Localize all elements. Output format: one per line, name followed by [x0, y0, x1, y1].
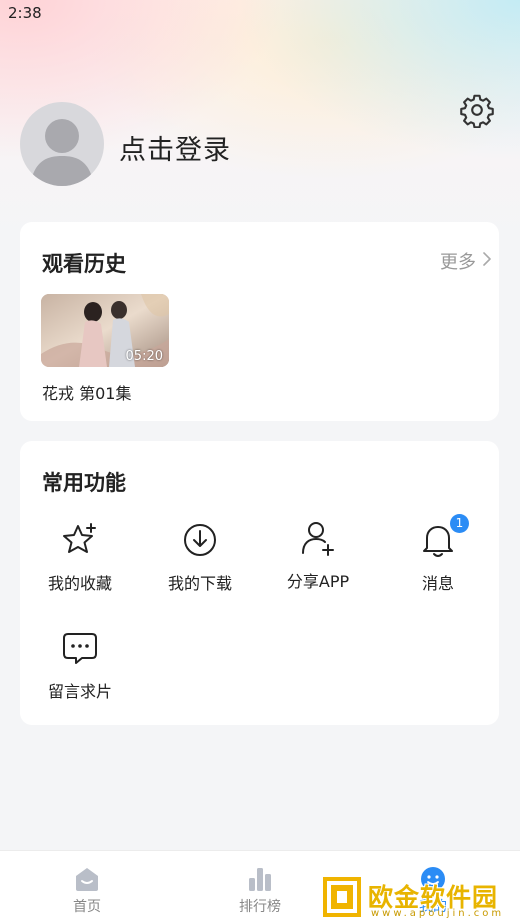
message-icon: [63, 633, 97, 664]
watermark-url: www.apoujin.com: [371, 908, 505, 919]
watermark: 欧金软件园 www.apoujin.com: [318, 872, 518, 922]
favorites-label: 我的收藏: [47, 574, 112, 593]
share-app-button[interactable]: 分享APP: [258, 518, 378, 592]
watermark-logo-icon: [321, 875, 363, 919]
chevron-right-icon[interactable]: [478, 250, 496, 268]
more-link[interactable]: 更多: [440, 248, 476, 274]
video-duration: 05:20: [125, 349, 163, 364]
notification-badge: 1: [450, 514, 469, 533]
user-add-icon: [302, 522, 334, 556]
nav-ranking[interactable]: 排行榜: [210, 851, 310, 924]
gear-icon: [460, 94, 494, 129]
watch-history-title: 观看历史: [42, 252, 126, 276]
request-movie-label: 留言求片: [47, 682, 112, 701]
downloads-label: 我的下载: [167, 574, 232, 593]
avatar[interactable]: [20, 102, 104, 186]
request-movie-button[interactable]: 留言求片: [20, 628, 140, 702]
home-icon: [76, 868, 98, 891]
common-functions-title: 常用功能: [42, 471, 126, 495]
nav-home[interactable]: 首页: [37, 851, 137, 924]
ranking-icon: [249, 868, 271, 891]
messages-button[interactable]: 1 消息: [378, 514, 498, 594]
status-bar-time: 2:38: [8, 4, 42, 22]
nav-ranking-label: 排行榜: [239, 899, 281, 915]
messages-label: 消息: [421, 574, 454, 593]
default-avatar-icon: [30, 119, 94, 186]
history-thumbnail[interactable]: 05:20: [41, 294, 169, 367]
favorites-button[interactable]: 我的收藏: [20, 520, 140, 594]
share-app-label: 分享APP: [286, 572, 350, 591]
login-link[interactable]: 点击登录: [119, 128, 231, 167]
star-plus-icon: [63, 523, 96, 553]
downloads-button[interactable]: 我的下载: [140, 520, 260, 594]
nav-home-label: 首页: [73, 899, 101, 915]
settings-button[interactable]: [459, 92, 495, 129]
download-icon: [184, 524, 216, 556]
history-item-title[interactable]: 花戎 第01集: [42, 380, 131, 404]
